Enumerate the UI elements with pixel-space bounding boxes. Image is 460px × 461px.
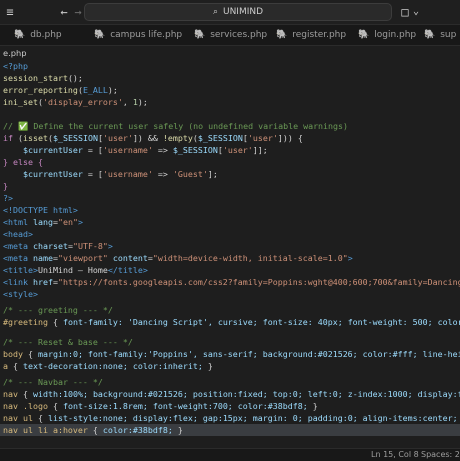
breadcrumb-filename[interactable]: e.php (3, 47, 27, 59)
code-line: nav ul { list-style:none; display:flex; … (3, 413, 458, 423)
php-file-icon: 🐘 (94, 30, 106, 40)
code-line: body { margin:0; font-family:'Poppins', … (3, 349, 460, 359)
code-line: // ✅ Define the current user safely (no … (3, 121, 349, 131)
search-icon: ⌕ (212, 7, 218, 17)
code-line: <meta charset="UTF-8"> (3, 241, 113, 251)
code-line: if (isset($_SESSION['user']) && !empty($… (3, 133, 303, 143)
code-line: /* --- greeting --- */ (3, 305, 113, 315)
code-line: } else { (3, 157, 43, 167)
tab-login[interactable]: 🐘 login.php (358, 25, 416, 45)
tab-label: db.php (30, 30, 62, 40)
code-line: nav { width:100%; background:#021526; po… (3, 389, 460, 399)
code-line: } (3, 181, 8, 191)
layout-icon[interactable]: □ (400, 4, 410, 20)
command-center-search[interactable]: ⌕ UNIMIND (84, 3, 392, 21)
php-file-icon: 🐘 (194, 30, 206, 40)
code-line: ini_set('display_errors', 1); (3, 97, 148, 107)
status-bar: Ln 15, Col 8 Spaces: 2 (0, 448, 460, 461)
code-line: session_start(); (3, 73, 83, 83)
checkmark-emoji-icon: ✅ (18, 121, 29, 131)
current-code-line: nav ul li a:hover { color:#38bdf8; } (0, 424, 460, 436)
title-bar: ≡ ← → ⌕ UNIMIND □ ⌄ (0, 0, 460, 25)
code-line: $currentUser = ['username' => $_SESSION[… (22, 145, 268, 155)
tab-label: register.php (292, 30, 347, 40)
tab-campus-life[interactable]: 🐘 campus life.php (94, 25, 182, 45)
tab-bar: 🐘 db.php 🐘 campus life.php 🐘 services.ph… (0, 25, 460, 46)
search-text: UNIMIND (222, 7, 264, 17)
code-line: <html lang="en"> (3, 217, 83, 227)
code-line: <title>UniMind – Home</title> (3, 265, 148, 275)
forward-arrow-icon[interactable]: → (72, 4, 84, 20)
code-line: <?php (3, 61, 28, 71)
code-line: /* --- Navbar --- */ (3, 377, 103, 387)
cursor-position[interactable]: Ln 15, Col 8 (371, 450, 419, 459)
tab-label: sup (440, 30, 457, 40)
code-line: <meta name="viewport" content="width=dev… (3, 253, 353, 263)
code-line: ?> (3, 193, 13, 203)
code-line: <link href="https://fonts.googleapis.com… (3, 277, 460, 287)
code-line: <style> (3, 289, 38, 299)
tab-services[interactable]: 🐘 services.php (194, 25, 267, 45)
tab-register[interactable]: 🐘 register.php (276, 25, 346, 45)
php-file-icon: 🐘 (14, 30, 26, 40)
php-file-icon: 🐘 (358, 30, 370, 40)
code-line: <!DOCTYPE html> (3, 205, 78, 215)
code-line: $currentUser = ['username' => 'Guest']; (22, 169, 218, 179)
php-file-icon: 🐘 (424, 30, 436, 40)
tab-label: campus life.php (110, 30, 183, 40)
code-line: a { text-decoration:none; color:inherit;… (3, 361, 213, 371)
code-line: /* --- Reset & base --- */ (3, 337, 133, 347)
code-editor[interactable]: e.php <?php session_start(); error_repor… (0, 46, 460, 448)
menu-icon[interactable]: ≡ (4, 4, 16, 20)
code-line: <head> (3, 229, 33, 239)
php-file-icon: 🐘 (276, 30, 288, 40)
tab-sup[interactable]: 🐘 sup (424, 25, 456, 45)
back-arrow-icon[interactable]: ← (58, 4, 70, 20)
tab-label: services.php (210, 30, 268, 40)
indentation-setting[interactable]: Spaces: 2 (421, 450, 460, 459)
tab-label: login.php (374, 30, 417, 40)
code-line: error_reporting(E_ALL); (3, 85, 118, 95)
tab-db[interactable]: 🐘 db.php (14, 25, 62, 45)
code-line: nav .logo { font-size:1.8rem; font-weigh… (3, 401, 318, 411)
code-line: #greeting { font-family: 'Dancing Script… (3, 317, 460, 327)
chevron-down-icon[interactable]: ⌄ (411, 4, 421, 20)
